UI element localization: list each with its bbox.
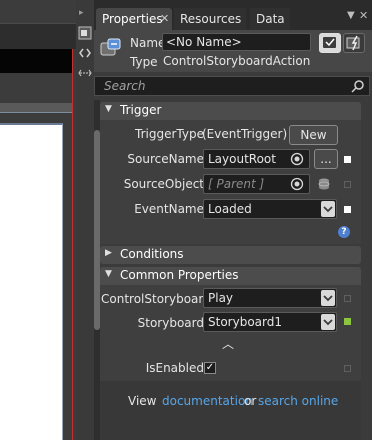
panel-tabs: Properties ✕ Resources Data ▼ ✕ [94,0,372,30]
source-name-field[interactable]: LayoutRoot [203,149,310,169]
storyboard-label: Storyboard [137,316,204,330]
events-view-button[interactable] [343,33,365,53]
tab-data-label: Data [256,12,285,26]
trigger-section-title: Trigger [120,103,162,117]
search-icon[interactable] [351,79,365,93]
collapse-triangle-icon: ▼ [105,269,112,279]
name-field[interactable]: <No Name> [162,33,311,51]
lightning-icon [346,35,360,51]
property-marker[interactable] [344,295,351,302]
name-label: Name [130,36,166,50]
common-properties-header[interactable]: ▼ Common Properties [100,267,361,285]
source-name-value: LayoutRoot [208,152,276,166]
chevron-down-icon[interactable] [321,201,335,217]
tab-resources-label: Resources [180,12,242,26]
panel-footer: View documentation or search online [100,381,361,440]
is-enabled-label: IsEnabled [145,361,204,375]
pin-icon[interactable]: ▼ [347,10,355,21]
chevron-down-icon[interactable] [321,314,335,330]
database-icon[interactable] [317,177,331,191]
help-icon[interactable]: ? [338,226,350,238]
source-object-field[interactable]: [ Parent ] [203,174,310,194]
new-trigger-button[interactable]: New [289,125,338,145]
common-properties-title: Common Properties [120,268,239,282]
property-marker[interactable] [344,156,351,163]
trigger-type-label: TriggerType [135,127,204,141]
conditions-section-header[interactable]: ▶ Conditions [100,246,361,264]
artboard-canvas[interactable] [0,123,63,440]
control-storyboard-value: Play [208,291,234,305]
behavior-icon [100,38,121,56]
source-name-label: SourceName [127,152,204,166]
search-online-link[interactable]: search online [258,394,338,408]
target-icon[interactable] [290,177,304,191]
event-name-label: EventName [134,202,204,216]
storyboard-combo[interactable]: Storyboard1 [203,312,337,332]
artboard-toolbar [0,23,76,49]
type-label: Type [130,55,158,69]
conditions-section-title: Conditions [120,247,184,261]
close-icon[interactable]: ✕ [160,8,169,30]
control-storyboard-label: ControlStoryboar... [101,292,214,306]
footer-view-text: View [128,394,157,408]
target-icon[interactable] [290,152,304,166]
storyboard-value: Storyboard1 [208,315,282,329]
tab-data[interactable]: Data [250,8,290,30]
source-object-label: SourceObject [123,177,204,191]
property-marker[interactable] [344,206,351,213]
trigger-section-body: TriggerType (EventTrigger) New SourceNam… [100,120,361,244]
type-value: ControlStoryboardAction [163,54,311,68]
properties-panel: Properties ✕ Resources Data ▼ ✕ Name <No… [94,0,372,440]
panel-close-icon[interactable]: ✕ [359,9,368,22]
tab-properties[interactable]: Properties ✕ [96,8,172,30]
expand-triangle-icon: ▶ [105,248,112,258]
source-object-value: [ Parent ] [208,177,265,191]
property-marker[interactable] [344,181,351,188]
property-marker-set[interactable] [344,318,351,325]
trigger-section-header[interactable]: ▼ Trigger [100,102,361,120]
chevron-right-icon[interactable]: ▸ [79,8,84,18]
chevron-down-icon[interactable] [321,290,335,306]
control-storyboard-combo[interactable]: Play [203,288,337,308]
documentation-link[interactable]: documentation [162,394,253,408]
event-name-value: Loaded [208,202,252,216]
search-input[interactable]: Search [94,76,370,96]
split-view-icon[interactable] [78,66,92,80]
code-icon[interactable] [78,46,92,60]
artboard-ruler [0,103,72,113]
properties-view-icon [323,37,336,48]
search-placeholder: Search [104,79,146,93]
window-icon[interactable] [78,26,92,40]
artboard-dark-strip [0,49,72,73]
is-enabled-checkbox[interactable]: ✓ [204,362,216,374]
footer-or-text: or [244,394,257,408]
artboard-area [0,0,76,440]
tab-resources[interactable]: Resources [174,8,246,30]
browse-button[interactable]: ... [314,149,338,169]
trigger-type-value: (EventTrigger) [202,127,288,141]
artboard-border [72,49,73,440]
object-header: Name <No Name> Type ControlStoryboardAct… [94,30,372,72]
tab-properties-label: Properties [102,12,163,26]
common-properties-body: ControlStoryboar... Play Storyboard Stor… [100,285,361,381]
event-name-combo[interactable]: Loaded [203,199,337,219]
collapse-advanced-icon[interactable]: ︿ [222,335,234,352]
side-tool-column: ▸ [76,0,94,440]
collapse-triangle-icon: ▼ [105,104,112,114]
properties-view-button[interactable] [319,33,341,53]
property-marker[interactable] [344,365,351,372]
